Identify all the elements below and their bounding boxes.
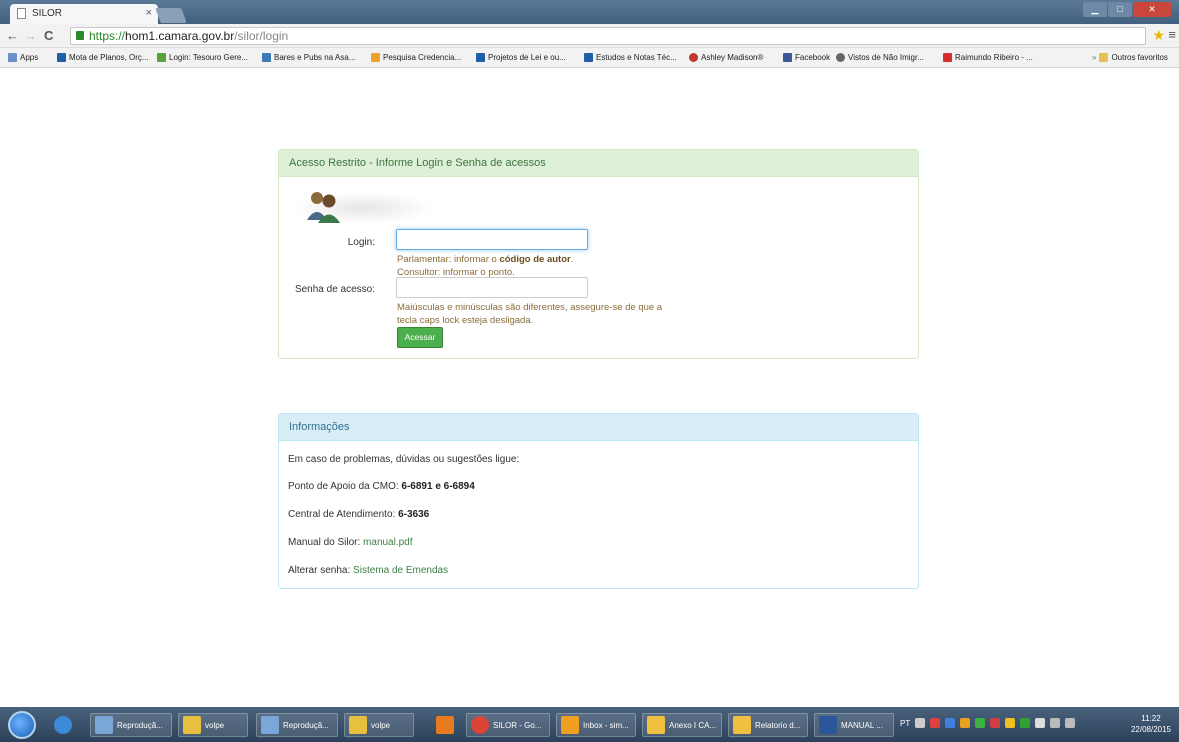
taskbar-item[interactable]: Reproduçã...	[90, 713, 172, 737]
back-icon[interactable]: ←	[6, 28, 19, 43]
bookmark-icon	[689, 53, 698, 62]
taskbar-item[interactable]: MANUAL ...	[814, 713, 894, 737]
ie-icon[interactable]	[50, 713, 76, 737]
bookmark-item[interactable]: Ashley Madison®	[689, 53, 763, 62]
clock[interactable]: 11:22 22/08/2015	[1131, 713, 1171, 735]
login-help: Parlamentar: informar o código de autor.…	[397, 254, 574, 278]
login-label: Login:	[347, 237, 375, 248]
info-cmo: Ponto de Apoio da CMO: 6-6891 e 6-6894	[288, 481, 475, 492]
bookmark-icon	[836, 53, 845, 62]
reload-icon[interactable]: C	[44, 28, 53, 43]
taskbar-item[interactable]: Reproduçã...	[256, 713, 338, 737]
bookmark-item[interactable]: Bares e Pubs na Asa...	[262, 53, 355, 62]
login-panel: Acesso Restrito - Informe Login e Senha …	[278, 149, 919, 359]
maximize-icon[interactable]: □	[1108, 2, 1132, 17]
url-path: /silor/login	[234, 29, 289, 43]
taskbar-item[interactable]: volpe	[344, 713, 414, 737]
info-password: Alterar senha: Sistema de Emendas	[288, 565, 449, 576]
bookmark-icon	[371, 53, 380, 62]
taskbar-item[interactable]: SILOR - Go...	[466, 713, 550, 737]
bookmark-item[interactable]: Pesquisa Credencia...	[371, 53, 461, 62]
info-panel: Informações Em caso de problemas, dúvida…	[278, 413, 919, 589]
tray-icon[interactable]	[1005, 718, 1016, 728]
manual-link[interactable]: manual.pdf	[363, 537, 412, 548]
taskbar: Reproduçã... volpe Reproduçã... volpe SI…	[0, 707, 1179, 742]
sistema-emendas-link[interactable]: Sistema de Emendas	[353, 565, 448, 576]
taskbar-item[interactable]: volpe	[178, 713, 248, 737]
submit-button[interactable]: Acessar	[397, 327, 443, 348]
new-tab-button[interactable]	[155, 8, 187, 23]
browser-titlebar: SILOR × ▁ □ ✕	[0, 0, 1179, 24]
password-help: Maiúsculas e minúsculas são diferentes, …	[397, 302, 663, 326]
bookmark-item[interactable]: Projetos de Lei e ou...	[476, 53, 566, 62]
media-icon[interactable]	[432, 713, 462, 737]
youtube-icon	[943, 53, 952, 62]
bookmark-item[interactable]: Mota de Planos, Orç...	[57, 53, 149, 62]
bookmark-item[interactable]: Vistos de Não Imigr...	[836, 53, 924, 62]
system-tray: PT	[900, 718, 1076, 728]
bookmark-icon	[157, 53, 166, 62]
network-icon[interactable]	[1050, 718, 1061, 728]
users-icon	[293, 192, 431, 224]
tray-icon[interactable]	[945, 718, 956, 728]
bookmark-folder[interactable]: » Outros favoritos	[1092, 53, 1168, 62]
chevron-icon: »	[1092, 53, 1097, 62]
taskbar-item[interactable]: Inbox - sim...	[556, 713, 636, 737]
language-indicator[interactable]: PT	[900, 719, 910, 728]
bookmark-icon	[584, 53, 593, 62]
bookmark-icon	[57, 53, 66, 62]
url-host: hom1.camara.gov.br	[125, 29, 235, 43]
window-close-icon[interactable]: ✕	[1133, 2, 1171, 17]
bookmark-item[interactable]: Login: Tesouro Gere...	[157, 53, 248, 62]
bookmark-icon	[476, 53, 485, 62]
bookmark-item[interactable]: Facebook	[783, 53, 830, 62]
minimize-icon[interactable]: ▁	[1083, 2, 1107, 17]
tab-title: SILOR	[32, 8, 63, 19]
flag-icon[interactable]	[1035, 718, 1046, 728]
lock-icon	[76, 31, 84, 40]
info-central: Central de Atendimento: 6-3636	[288, 509, 430, 520]
volume-icon[interactable]	[1065, 718, 1076, 728]
bookmark-star-icon[interactable]: ★	[1152, 27, 1165, 44]
forward-icon[interactable]: →	[24, 28, 37, 43]
browser-tab[interactable]: SILOR ×	[10, 4, 158, 24]
bookmark-icon	[262, 53, 271, 62]
menu-icon[interactable]: ≡	[1168, 27, 1176, 42]
tray-icon[interactable]	[975, 718, 986, 728]
login-input[interactable]	[396, 229, 588, 250]
tray-icon[interactable]	[960, 718, 971, 728]
page-icon	[17, 8, 26, 19]
info-panel-heading: Informações	[279, 414, 918, 441]
password-input[interactable]	[396, 277, 588, 298]
tray-icon[interactable]	[1020, 718, 1031, 728]
bookmark-item[interactable]: Raimundo Ribeiro - ...	[943, 53, 1033, 62]
apps-icon	[8, 53, 17, 62]
info-manual: Manual do Silor: manual.pdf	[288, 537, 413, 548]
close-tab-icon[interactable]: ×	[146, 7, 152, 19]
address-bar[interactable]: https://hom1.camara.gov.br/silor/login	[70, 27, 1146, 45]
bookmarks-bar: Apps Mota de Planos, Orç... Login: Tesou…	[0, 48, 1179, 68]
facebook-icon	[783, 53, 792, 62]
url-scheme: https://	[89, 29, 126, 43]
browser-toolbar: ← → C https://hom1.camara.gov.br/silor/l…	[0, 24, 1179, 48]
bookmark-item[interactable]: Estudos e Notas Téc...	[584, 53, 677, 62]
info-intro: Em caso de problemas, dúvidas ou sugestõ…	[288, 454, 520, 465]
window-controls: ▁ □ ✕	[1083, 2, 1171, 17]
taskbar-item[interactable]: Anexo I CA...	[642, 713, 722, 737]
folder-icon	[1099, 53, 1109, 62]
tray-icon[interactable]	[930, 718, 941, 728]
password-label: Senha de acesso:	[294, 284, 375, 295]
taskbar-item[interactable]: Relatorio d...	[728, 713, 808, 737]
tray-icon[interactable]	[990, 718, 1001, 728]
bookmark-item[interactable]: Apps	[8, 53, 38, 62]
login-panel-heading: Acesso Restrito - Informe Login e Senha …	[279, 150, 918, 177]
keyboard-icon[interactable]	[915, 718, 926, 728]
start-button[interactable]	[8, 711, 36, 739]
